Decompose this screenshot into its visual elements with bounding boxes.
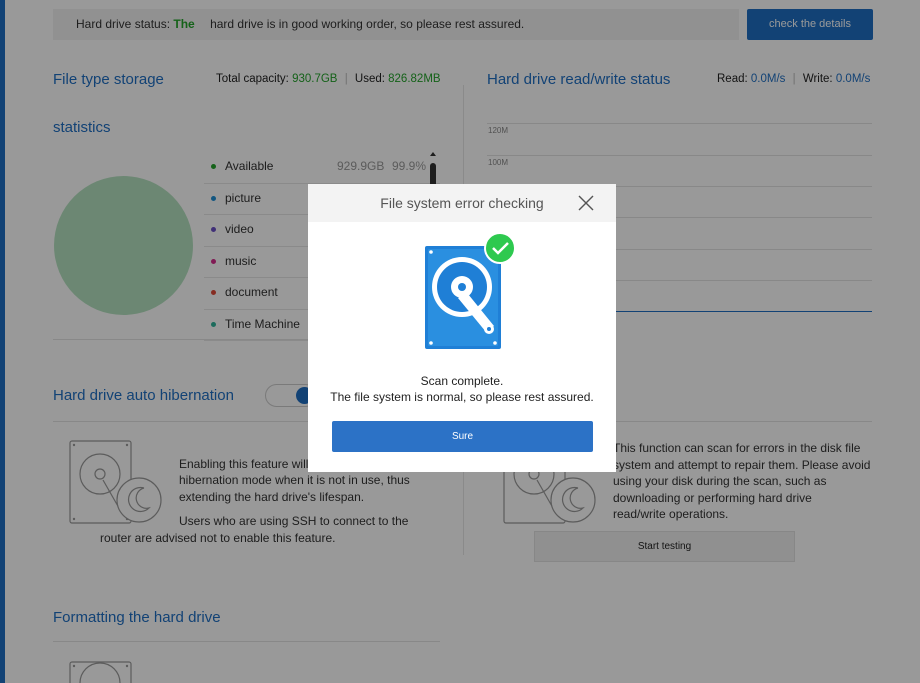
dialog-message-line2: The file system is normal, so please res… xyxy=(330,390,594,404)
dialog-message: Scan complete. The file system is normal… xyxy=(308,373,616,405)
sure-button[interactable]: Sure xyxy=(332,421,593,452)
hard-drive-ok-icon xyxy=(425,232,516,349)
dialog-message-line1: Scan complete. xyxy=(420,374,504,388)
dialog-title: File system error checking xyxy=(380,195,544,211)
close-icon[interactable] xyxy=(576,193,596,213)
error-check-dialog: File system error checking Scan complete… xyxy=(308,184,616,472)
